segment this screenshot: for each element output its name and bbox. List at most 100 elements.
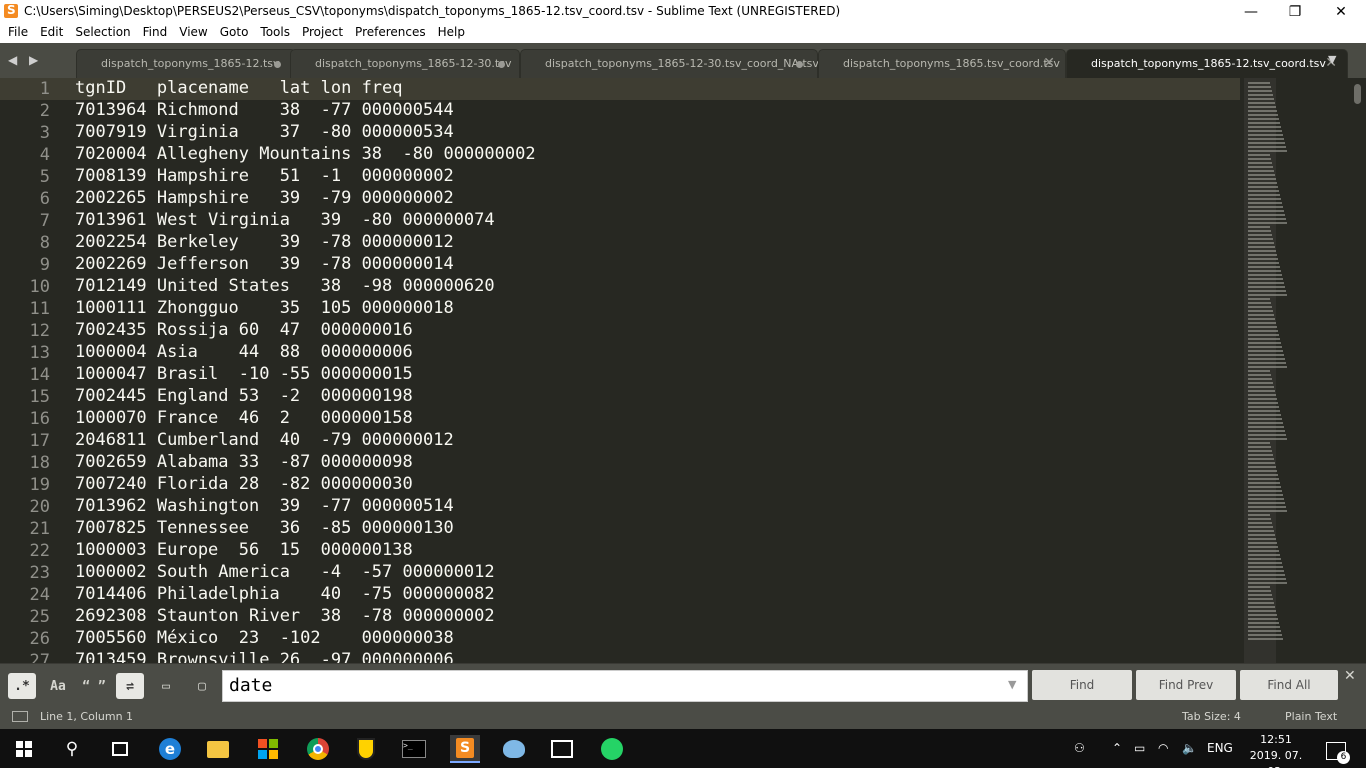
- battery-icon[interactable]: ▭: [1134, 741, 1145, 755]
- menu-find[interactable]: Find: [137, 23, 174, 43]
- minimap-line: [1248, 226, 1270, 228]
- vertical-scrollbar[interactable]: [1354, 84, 1361, 104]
- clock[interactable]: 12:51 2019. 07. 02.: [1244, 732, 1308, 768]
- menu-file[interactable]: File: [2, 23, 34, 43]
- tab-close-icon[interactable]: ✕: [1043, 55, 1055, 71]
- code-line[interactable]: tgnID placename lat lon freq: [75, 78, 403, 100]
- find-all-button[interactable]: Find All: [1240, 670, 1338, 700]
- code-line[interactable]: 7005560 México 23 -102 000000038: [75, 628, 454, 650]
- minimap-line: [1248, 90, 1272, 92]
- minimap-line: [1248, 142, 1285, 144]
- find-prev-button[interactable]: Find Prev: [1136, 670, 1236, 700]
- code-line[interactable]: 1000047 Brasil -10 -55 000000015: [75, 364, 413, 386]
- line-number: 14: [29, 365, 50, 385]
- code-line[interactable]: 7013964 Richmond 38 -77 000000544: [75, 100, 454, 122]
- line-number-gutter: 1 2 3 4 5 6 7 8 9 10 11 12 13 14 15 16 17 18 19 20 21 22 23 24 2…: [0, 78, 58, 663]
- wrap-toggle[interactable]: ⇌: [116, 673, 144, 699]
- menu-view[interactable]: View: [173, 23, 213, 43]
- find-panel-close-icon[interactable]: ✕: [1344, 668, 1356, 684]
- code-line[interactable]: 7014406 Philadelphia 40 -75 000000082: [75, 584, 495, 606]
- tab-dispatch-1865-coord[interactable]: dispatch_toponyms_1865.tsv_coord.tsv ✕: [818, 49, 1066, 78]
- code-line[interactable]: 7002445 England 53 -2 000000198: [75, 386, 413, 408]
- start-button[interactable]: [10, 735, 38, 763]
- code-line[interactable]: 1000004 Asia 44 88 000000006: [75, 342, 413, 364]
- modified-dot-icon[interactable]: [796, 61, 803, 68]
- code-line[interactable]: 7013459 Brownsville 26 -97 000000006: [75, 650, 454, 663]
- code-line[interactable]: 7008139 Hampshire 51 -1 000000002: [75, 166, 454, 188]
- cursor-position[interactable]: Line 1, Column 1: [40, 710, 133, 723]
- sublime-taskbar-button[interactable]: S: [450, 735, 480, 763]
- code-line[interactable]: 1000003 Europe 56 15 000000138: [75, 540, 413, 562]
- whole-word-toggle[interactable]: “ ”: [80, 673, 108, 699]
- people-icon[interactable]: ⚇: [1074, 741, 1085, 755]
- code-line[interactable]: 2002265 Hampshire 39 -79 000000002: [75, 188, 454, 210]
- code-text-area[interactable]: tgnID placename lat lon freq 7013964 Rich…: [75, 78, 1235, 663]
- menu-selection[interactable]: Selection: [69, 23, 136, 43]
- code-line[interactable]: 7002659 Alabama 33 -87 000000098: [75, 452, 413, 474]
- code-line[interactable]: 7013962 Washington 39 -77 000000514: [75, 496, 454, 518]
- code-line[interactable]: 2002269 Jefferson 39 -78 000000014: [75, 254, 454, 276]
- command-prompt-taskbar-button[interactable]: >_: [400, 735, 428, 763]
- search-icon[interactable]: ⚲: [58, 735, 86, 763]
- tab-size-indicator[interactable]: Tab Size: 4: [1182, 710, 1241, 723]
- editor-area[interactable]: 1 2 3 4 5 6 7 8 9 10 11 12 13 14 15 16 17 18 19 20 21 22 23 24 2…: [0, 78, 1366, 663]
- task-view-button[interactable]: [106, 735, 134, 763]
- case-sensitive-toggle[interactable]: Aa: [44, 673, 72, 699]
- code-line[interactable]: 7020004 Allegheny Mountains 38 -80 00000…: [75, 144, 536, 166]
- paint-taskbar-button[interactable]: [500, 735, 528, 763]
- highlight-matches-toggle[interactable]: ▢: [188, 673, 216, 699]
- tab-list-dropdown-icon[interactable]: ▼: [1328, 53, 1336, 66]
- menu-project[interactable]: Project: [296, 23, 349, 43]
- restore-button[interactable]: ❐: [1272, 0, 1318, 23]
- edge-taskbar-button[interactable]: e: [156, 735, 184, 763]
- code-line[interactable]: 1000111 Zhongguo 35 105 000000018: [75, 298, 454, 320]
- file-explorer-taskbar-button[interactable]: [204, 735, 232, 763]
- minimap-line: [1248, 326, 1277, 328]
- find-history-dropdown-icon[interactable]: ▼: [1008, 678, 1016, 691]
- code-line[interactable]: 7012149 United States 38 -98 000000620: [75, 276, 495, 298]
- regex-toggle[interactable]: .*: [8, 673, 36, 699]
- syntax-indicator[interactable]: Plain Text: [1285, 710, 1337, 723]
- minimize-button[interactable]: —: [1228, 0, 1274, 23]
- find-input[interactable]: date: [222, 670, 1028, 702]
- minimap[interactable]: [1244, 78, 1350, 663]
- line-number: 23: [29, 563, 50, 583]
- tab-dispatch-1865-12[interactable]: dispatch_toponyms_1865-12.tsv: [76, 49, 296, 78]
- menu-edit[interactable]: Edit: [34, 23, 69, 43]
- norton-taskbar-button[interactable]: [352, 735, 380, 763]
- code-line[interactable]: 7007240 Florida 28 -82 000000030: [75, 474, 413, 496]
- menu-goto[interactable]: Goto: [214, 23, 255, 43]
- photos-taskbar-button[interactable]: [548, 735, 576, 763]
- language-indicator[interactable]: ENG: [1207, 741, 1233, 755]
- wifi-icon[interactable]: ◠: [1158, 741, 1168, 755]
- volume-icon[interactable]: 🔈: [1182, 741, 1197, 755]
- code-line[interactable]: 7013961 West Virginia 39 -80 000000074: [75, 210, 495, 232]
- code-line[interactable]: 1000002 South America -4 -57 000000012: [75, 562, 495, 584]
- menu-preferences[interactable]: Preferences: [349, 23, 432, 43]
- code-line[interactable]: 2002254 Berkeley 39 -78 000000012: [75, 232, 454, 254]
- tab-dispatch-1865-12-coord-active[interactable]: dispatch_toponyms_1865-12.tsv_coord.tsv …: [1066, 49, 1348, 78]
- code-line[interactable]: 7002435 Rossija 60 47 000000016: [75, 320, 413, 342]
- show-hidden-icons-icon[interactable]: ⌃: [1112, 741, 1122, 755]
- store-taskbar-button[interactable]: [254, 735, 282, 763]
- chrome-taskbar-button[interactable]: [304, 735, 332, 763]
- code-line[interactable]: 2692308 Staunton River 38 -78 000000002: [75, 606, 495, 628]
- action-center-button[interactable]: 6: [1322, 737, 1350, 765]
- menu-tools[interactable]: Tools: [254, 23, 296, 43]
- tab-dispatch-1865-12-30[interactable]: dispatch_toponyms_1865-12-30.tsv: [290, 49, 520, 78]
- modified-dot-icon[interactable]: [274, 61, 281, 68]
- menu-help[interactable]: Help: [432, 23, 471, 43]
- close-window-button[interactable]: ✕: [1318, 0, 1364, 23]
- find-button[interactable]: Find: [1032, 670, 1132, 700]
- panel-toggle-icon[interactable]: [12, 711, 28, 722]
- code-line[interactable]: 1000070 France 46 2 000000158: [75, 408, 413, 430]
- whatsapp-taskbar-button[interactable]: [598, 735, 626, 763]
- in-selection-toggle[interactable]: ▭: [152, 673, 180, 699]
- tab-dispatch-1865-12-30-coord-na[interactable]: dispatch_toponyms_1865-12-30.tsv_coord_N…: [520, 49, 819, 78]
- code-line[interactable]: 7007919 Virginia 37 -80 000000534: [75, 122, 454, 144]
- code-line[interactable]: 2046811 Cumberland 40 -79 000000012: [75, 430, 454, 452]
- code-line[interactable]: 7007825 Tennessee 36 -85 000000130: [75, 518, 454, 540]
- minimap-line: [1248, 482, 1280, 484]
- tab-nav-arrows-icon[interactable]: ◀ ▶: [8, 53, 42, 67]
- modified-dot-icon[interactable]: [498, 61, 505, 68]
